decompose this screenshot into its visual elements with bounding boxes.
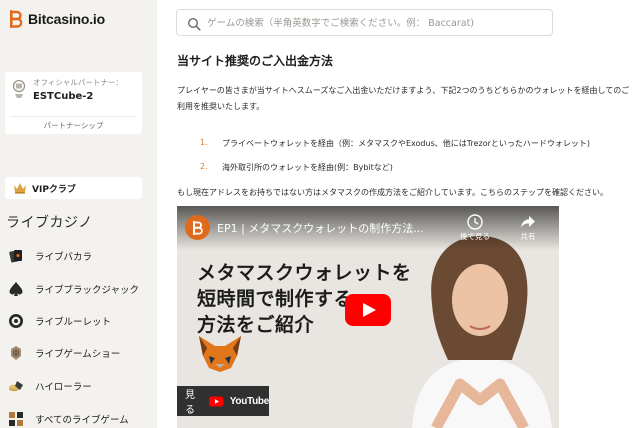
- satellite-icon: [11, 78, 27, 104]
- sidebar-item-high-roller[interactable]: ハイローラー: [0, 373, 157, 399]
- brand-name: Bitcasino.io: [28, 11, 105, 27]
- bitcasino-logo-icon: [8, 10, 24, 28]
- sidebar-item-live-game-shows[interactable]: ライブゲームショー: [0, 340, 157, 366]
- share-button[interactable]: 共有: [508, 213, 548, 242]
- grid-icon: [8, 411, 24, 427]
- list-text: 海外取引所のウォレットを経由(例：Bybitなど): [222, 163, 393, 172]
- youtube-wordmark: YouTube: [229, 395, 270, 407]
- youtube-video-embed[interactable]: EP1 | メタマスクウォレットの制作方法... 後で見る 共有 メタマスクウォ…: [177, 206, 559, 428]
- sidebar-item-label: ライブバカラ: [35, 252, 93, 263]
- clock-icon: [455, 213, 495, 231]
- share-icon: [508, 213, 548, 231]
- video-overlay-line: メタマスクウォレットを: [197, 262, 412, 284]
- sidebar-item-label: すべてのライブゲーム: [35, 415, 129, 426]
- list-text: プライベートウォレットを経由（例：メタマスクやExodus、他にはTrezorと…: [222, 139, 590, 148]
- list-number: 1.: [200, 138, 208, 147]
- partnership-link[interactable]: パートナーシップ: [5, 120, 142, 131]
- gameshow-icon: [8, 345, 24, 361]
- crown-icon: [13, 179, 27, 198]
- vip-club-button[interactable]: VIPクラブ: [5, 177, 142, 199]
- sidebar-item-label: ライブルーレット: [35, 317, 112, 328]
- presenter-image: [412, 236, 552, 428]
- watch-later-button[interactable]: 後で見る: [455, 213, 495, 242]
- search-icon: [187, 16, 201, 31]
- youtube-icon: [209, 395, 224, 407]
- partner-name: ESTCube-2: [33, 91, 94, 102]
- partner-card: オフィシャルパートナー： ESTCube-2 パートナーシップ: [5, 72, 142, 134]
- sidebar: Bitcasino.io オフィシャルパートナー： ESTCube-2 パートナ…: [0, 0, 157, 428]
- list-item: 1. プライベートウォレットを経由（例：メタマスクやExodus、他にはTrez…: [200, 138, 590, 149]
- sidebar-item-live-roulette[interactable]: ライブルーレット: [0, 308, 157, 334]
- sidebar-item-label: ハイローラー: [35, 382, 92, 393]
- sidebar-item-all-live-games[interactable]: すべてのライブゲーム: [0, 406, 157, 428]
- watch-on-youtube-button[interactable]: 見る YouTube: [177, 386, 269, 416]
- divider: [11, 116, 136, 117]
- vip-club-label: VIPクラブ: [32, 184, 76, 195]
- watch-later-label: 後で見る: [460, 232, 490, 241]
- sidebar-item-label: ライブブラックジャック: [35, 285, 140, 296]
- search-input[interactable]: [207, 13, 547, 33]
- channel-icon[interactable]: [185, 215, 210, 240]
- roulette-icon: [8, 313, 24, 329]
- list-number: 2.: [200, 162, 208, 171]
- video-overlay-line: 方法をご紹介: [197, 314, 315, 336]
- logo[interactable]: Bitcasino.io: [8, 8, 105, 30]
- intro-text: プレイヤーの皆さまが当サイトへスムーズなご入出金いただけますよう、下記2つのうち…: [177, 86, 630, 111]
- sidebar-item-label: ライブゲームショー: [35, 349, 121, 360]
- watch-on-label: 見る: [185, 390, 195, 416]
- sidebar-item-live-baccarat[interactable]: ライブバカラ: [0, 243, 157, 269]
- play-button-icon[interactable]: [345, 294, 391, 326]
- page-title: 当サイト推奨のご入出金方法: [177, 54, 334, 68]
- video-overlay-line: 短時間で制作する: [197, 288, 354, 310]
- live-casino-title: ライブカジノ: [6, 215, 93, 231]
- sidebar-item-live-blackjack[interactable]: ライブブラックジャック: [0, 276, 157, 302]
- search-bar[interactable]: [176, 9, 553, 36]
- video-title[interactable]: EP1 | メタマスクウォレットの制作方法...: [217, 220, 424, 236]
- partner-label: オフィシャルパートナー：: [33, 78, 123, 87]
- metamask-fox-icon: [199, 336, 241, 372]
- note-text: もし現在アドレスをお持ちではない方はメタマスクの作成方法をご紹介しています。こち…: [177, 188, 608, 197]
- chips-icon: [8, 378, 24, 394]
- spade-icon: [8, 281, 24, 297]
- cards-icon: [8, 248, 24, 264]
- share-label: 共有: [520, 232, 536, 241]
- list-item: 2. 海外取引所のウォレットを経由(例：Bybitなど): [200, 162, 393, 173]
